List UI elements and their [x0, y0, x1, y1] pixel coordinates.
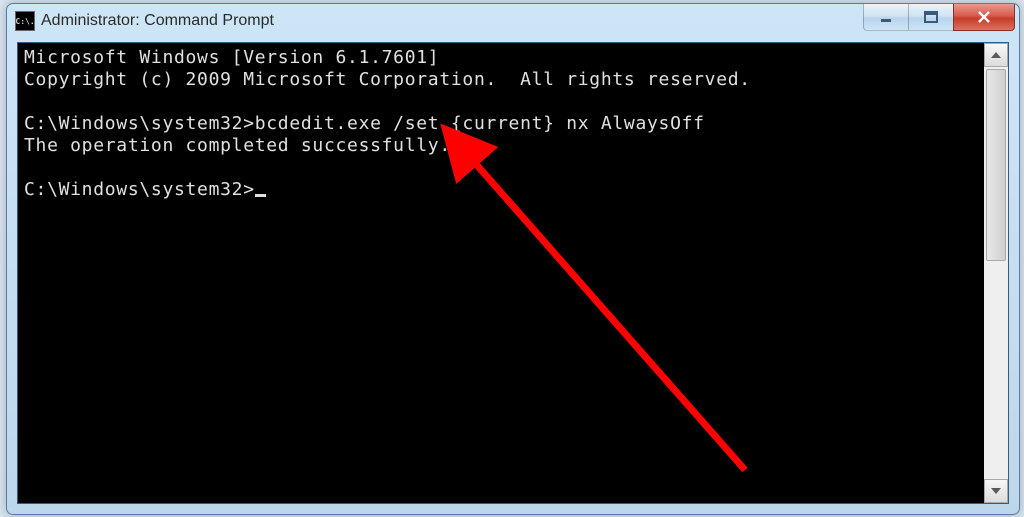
maximize-button[interactable] [908, 4, 954, 31]
console-line: The operation completed successfully. [24, 135, 451, 156]
console-line: Microsoft Windows [Version 6.1.7601] [24, 47, 439, 68]
titlebar[interactable]: C:\. Administrator: Command Prompt [7, 4, 1019, 38]
vertical-scrollbar[interactable] [984, 43, 1008, 503]
console-line: C:\Windows\system32>bcdedit.exe /set {cu… [24, 113, 705, 134]
minimize-icon [880, 11, 892, 23]
minimize-button[interactable] [863, 4, 909, 31]
chevron-down-icon [991, 488, 1001, 494]
console-output[interactable]: Microsoft Windows [Version 6.1.7601] Cop… [18, 43, 984, 503]
client-area: Microsoft Windows [Version 6.1.7601] Cop… [17, 42, 1009, 504]
window-controls [864, 4, 1015, 31]
scroll-up-button[interactable] [984, 43, 1008, 67]
text-cursor [255, 194, 266, 197]
close-button[interactable] [953, 4, 1015, 31]
console-line: Copyright (c) 2009 Microsoft Corporation… [24, 69, 751, 90]
scroll-track[interactable] [984, 67, 1008, 479]
scroll-down-button[interactable] [984, 479, 1008, 503]
chevron-up-icon [991, 52, 1001, 58]
app-icon: C:\. [15, 11, 35, 31]
maximize-icon [924, 11, 938, 23]
console-prompt: C:\Windows\system32> [24, 179, 255, 200]
scroll-thumb[interactable] [986, 69, 1006, 261]
command-prompt-window: C:\. Administrator: Command Prompt [6, 3, 1020, 515]
close-icon [977, 11, 991, 23]
app-icon-text: C:\. [15, 17, 34, 26]
